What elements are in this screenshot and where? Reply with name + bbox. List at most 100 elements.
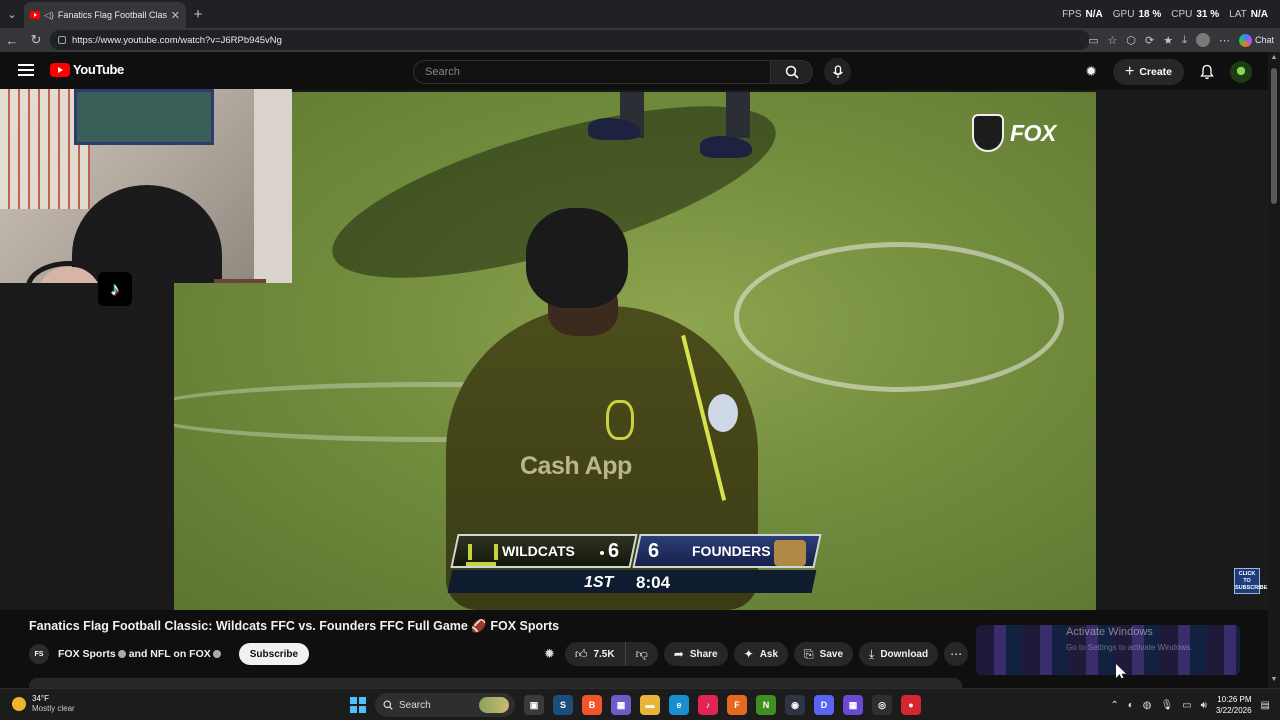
windows-start-icon[interactable] — [350, 697, 366, 713]
firefox-icon[interactable]: F — [727, 695, 747, 715]
like-button[interactable]: 👍︎ 7.5K — [564, 642, 626, 666]
search-button[interactable] — [771, 60, 813, 84]
favorites-icon[interactable]: ★ — [1163, 34, 1173, 47]
discord-icon[interactable]: D — [814, 695, 834, 715]
file-explorer-icon[interactable]: ▬ — [640, 695, 660, 715]
weather-moon-icon — [12, 697, 26, 711]
favorite-star-icon[interactable]: ☆ — [1108, 34, 1118, 47]
description-box[interactable] — [29, 678, 962, 688]
player-leg — [726, 92, 750, 138]
search-icon — [383, 700, 393, 710]
reader-view-icon[interactable]: ▭ — [1088, 34, 1098, 47]
address-bar[interactable]: https://www.youtube.com/watch?v=J6RPb945… — [50, 30, 1090, 50]
tiktok-app-icon[interactable]: ♪ — [698, 695, 718, 715]
taskbar-search[interactable]: Search — [375, 693, 515, 717]
jersey-sponsor: Cash App — [520, 452, 632, 480]
back-arrow-icon[interactable]: ← — [0, 28, 24, 52]
share-arrow-icon: ➦ — [673, 647, 684, 661]
close-tab-icon[interactable]: ✕ — [171, 9, 180, 22]
task-view-icon[interactable]: ▣ — [524, 695, 544, 715]
youtube-play-icon — [50, 62, 70, 77]
weather-condition: Mostly clear — [32, 704, 75, 713]
network-bug: FOX — [972, 114, 1056, 152]
click-to-subscribe-watermark[interactable]: CLICK TO SUBSCRIBE — [1234, 568, 1267, 594]
bookmark-icon: ⎘ — [804, 646, 814, 661]
microphone-icon — [832, 64, 843, 78]
microphone-tray-icon[interactable]: 🎙︎ — [1160, 700, 1173, 711]
download-button[interactable]: ⤓ Download — [859, 642, 939, 666]
network-tray-icon[interactable]: ◍ — [1143, 700, 1152, 711]
team-crest — [606, 400, 634, 440]
activate-windows-subtitle: Go to Settings to activate Windows. — [1066, 643, 1193, 652]
red-app-icon[interactable]: ● — [901, 695, 921, 715]
system-tray: ⌃ ◐ ◍ 🎙︎ ▭ 🔊︎ 10:26 PM 3/22/2026 ▤ — [1110, 693, 1270, 717]
menu-icon[interactable] — [18, 64, 34, 76]
ask-button[interactable]: ✦ Ask — [733, 642, 789, 666]
performance-overlay: FPS N/A GPU 18 % CPU 31 % LAT N/A — [1062, 0, 1268, 28]
subscribe-button[interactable]: Subscribe — [238, 643, 310, 665]
dislike-button[interactable]: 👎︎ — [625, 642, 658, 666]
channel-avatar[interactable]: FS — [29, 644, 49, 664]
scroll-up-arrow-icon[interactable]: ▲ — [1270, 54, 1278, 61]
home-score: 6 — [608, 540, 620, 562]
steam-icon[interactable]: S — [553, 695, 573, 715]
browser-tab[interactable]: ◁) Fanatics Flag Football Classic ✕ — [24, 2, 186, 28]
player-hair — [526, 208, 628, 308]
notifications-icon[interactable]: ▤ — [1261, 700, 1270, 711]
sparkle-gear-icon[interactable]: ✹ — [1085, 63, 1097, 80]
notifications-bell-icon[interactable] — [1200, 64, 1214, 80]
calendar-app-icon[interactable]: ▦ — [611, 695, 631, 715]
volume-icon[interactable]: 🔊︎ — [1201, 700, 1207, 711]
copilot-chat-button[interactable]: Chat — [1238, 33, 1274, 47]
search-input[interactable]: Search — [413, 60, 771, 84]
collections-icon[interactable]: ⟳ — [1145, 34, 1154, 47]
reload-icon[interactable]: ↻ — [24, 28, 48, 52]
account-avatar[interactable] — [1230, 60, 1252, 83]
masthead-actions: ✹ + Create — [1085, 58, 1252, 85]
create-button[interactable]: + Create — [1112, 58, 1184, 85]
share-button[interactable]: ➦ Share — [663, 642, 728, 666]
browser-tab-bar: ⌄ ◁) Fanatics Flag Football Classic ✕ + … — [0, 0, 1280, 28]
more-menu-icon[interactable]: ⋯ — [1219, 34, 1230, 47]
show-hidden-icons-chevron-icon[interactable]: ⌃ — [1110, 700, 1118, 711]
youtube-logo[interactable]: YouTube — [50, 62, 124, 77]
sleeve-patch — [708, 394, 738, 432]
brave-browser-icon[interactable]: B — [582, 695, 602, 715]
scroll-down-arrow-icon[interactable]: ▼ — [1270, 676, 1278, 683]
edge-browser-icon[interactable]: e — [669, 695, 689, 715]
chrome-icon[interactable]: ◎ — [872, 695, 892, 715]
tab-title: Fanatics Flag Football Classic — [57, 10, 167, 20]
clock-date: 3/22/2026 — [1215, 706, 1252, 715]
channel-name[interactable]: FOX Sports — [58, 648, 116, 660]
nvidia-icon[interactable]: N — [756, 695, 776, 715]
taskbar-apps: Search ▣ S B ▦ ▬ e ♪ F N ◉ D ▦ ◎ ● — [350, 693, 921, 717]
more-actions-button[interactable]: ⋯ — [944, 642, 969, 666]
audio-playing-icon[interactable]: ◁) — [44, 10, 54, 21]
collab-channel-name[interactable]: NFL on FOX — [150, 648, 210, 660]
voice-search-button[interactable] — [824, 58, 851, 85]
weather-text: 34°F Mostly clear — [32, 694, 75, 714]
scroll-thumb[interactable] — [1271, 68, 1277, 204]
sparkle-icon[interactable]: ✹ — [544, 646, 555, 662]
search-highlight-image — [479, 697, 509, 713]
scoreboard: WILDCATS 6 6 FOUNDERS 1ST 8:04 — [447, 532, 822, 594]
profile-avatar[interactable] — [1195, 33, 1210, 47]
weather-widget[interactable]: 34°F Mostly clear — [12, 694, 75, 714]
site-info-icon[interactable] — [58, 36, 66, 44]
clock[interactable]: 10:26 PM 3/22/2026 — [1216, 694, 1252, 716]
save-button[interactable]: ⎘ Save — [794, 642, 854, 666]
more-dots-icon: ⋯ — [950, 647, 963, 661]
away-score: 6 — [648, 540, 660, 562]
display-tray-icon[interactable]: ▭ — [1182, 700, 1191, 711]
steam-tray-icon[interactable]: ◐ — [1128, 700, 1134, 711]
page-scrollbar[interactable]: ▲ ▼ — [1268, 52, 1280, 688]
thumbs-down-icon: 👎︎ — [635, 646, 648, 661]
downloads-icon[interactable]: ⤓ — [1182, 34, 1187, 47]
download-label: Download — [880, 648, 929, 660]
tab-list-icon[interactable]: ⌄ — [0, 0, 24, 28]
obs-icon[interactable]: ◉ — [785, 695, 805, 715]
extensions-icon[interactable]: ⬡ — [1126, 34, 1136, 47]
grid-app-icon[interactable]: ▦ — [843, 695, 863, 715]
new-tab-button[interactable]: + — [186, 6, 210, 23]
clock-time: 10:26 PM — [1217, 695, 1252, 704]
